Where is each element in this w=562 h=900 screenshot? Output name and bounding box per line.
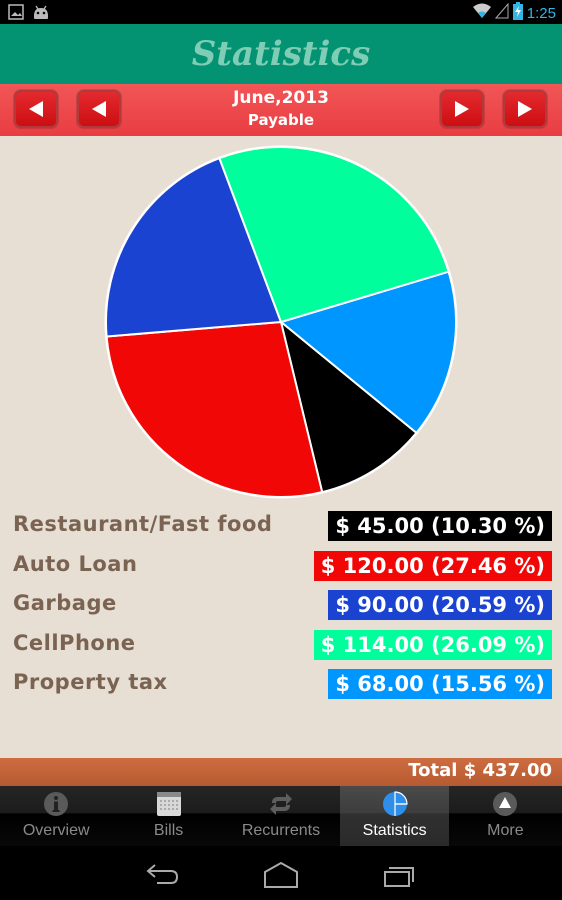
legend-label: Property tax bbox=[13, 670, 168, 694]
battery-charging-icon bbox=[512, 2, 523, 24]
period-nav-bar: June,2013 Payable bbox=[0, 84, 562, 136]
pie-chart bbox=[104, 145, 458, 499]
image-icon bbox=[8, 4, 24, 24]
arrow-right-icon bbox=[518, 101, 532, 117]
arrow-right-icon bbox=[455, 101, 469, 117]
pie-chart-icon bbox=[382, 791, 408, 816]
legend-value: $ 120.00 (27.46 %) bbox=[313, 550, 552, 581]
tab-more[interactable]: More bbox=[449, 786, 561, 846]
type-label: Payable bbox=[247, 111, 315, 129]
legend-label: Garbage bbox=[13, 591, 117, 615]
next-year-button[interactable] bbox=[503, 90, 547, 128]
legend-row: CellPhone $ 114.00 (26.09 %) bbox=[0, 627, 562, 667]
total-bar: Total $ 437.00 bbox=[0, 758, 562, 786]
repeat-icon bbox=[269, 793, 292, 815]
tab-label: More bbox=[487, 822, 524, 839]
signal-icon bbox=[494, 2, 509, 23]
prev-month-button[interactable] bbox=[77, 90, 121, 128]
legend-value: $ 68.00 (15.56 %) bbox=[328, 669, 552, 699]
tab-label: Bills bbox=[153, 822, 184, 839]
prev-year-button[interactable] bbox=[14, 90, 58, 128]
month-label: June,2013 bbox=[233, 88, 329, 108]
next-month-button[interactable] bbox=[440, 90, 484, 128]
statistics-content: Restaurant/Fast food $ 45.00 (10.30 %) A… bbox=[0, 136, 562, 758]
title-bar: Statistics bbox=[0, 24, 562, 84]
more-icon bbox=[493, 792, 518, 816]
legend-row: Property tax $ 68.00 (15.56 %) bbox=[0, 666, 562, 706]
app-screen: 1:25 Statistics June,2013 Payable Restau… bbox=[0, 0, 562, 900]
tab-label: Statistics bbox=[362, 822, 427, 839]
legend-row: Garbage $ 90.00 (20.59 %) bbox=[0, 587, 562, 627]
legend-value: $ 45.00 (10.30 %) bbox=[328, 511, 552, 541]
period-label: June,2013 Payable bbox=[150, 87, 412, 131]
arrow-left-icon bbox=[92, 101, 106, 117]
home-icon[interactable] bbox=[261, 860, 301, 890]
total-amount: Total $ 437.00 bbox=[408, 760, 552, 781]
legend-label: Auto Loan bbox=[13, 551, 138, 576]
legend-row: Restaurant/Fast food $ 45.00 (10.30 %) bbox=[0, 508, 562, 548]
tab-label: Overview bbox=[22, 822, 90, 839]
legend-value: $ 90.00 (20.59 %) bbox=[328, 590, 552, 620]
android-icon bbox=[32, 4, 50, 24]
arrow-left-icon bbox=[29, 101, 43, 117]
system-nav-bar bbox=[0, 846, 562, 900]
legend-label: CellPhone bbox=[13, 630, 136, 655]
calendar-icon bbox=[156, 792, 181, 816]
tab-label: Recurrents bbox=[241, 822, 321, 839]
page-title: Statistics bbox=[191, 34, 371, 74]
info-icon bbox=[44, 792, 69, 816]
status-bar: 1:25 bbox=[0, 0, 562, 24]
wifi-icon bbox=[472, 3, 491, 23]
legend-value: $ 114.00 (26.09 %) bbox=[313, 629, 552, 660]
tab-bills[interactable]: Bills bbox=[112, 786, 224, 846]
bottom-tab-bar: Overview Bills Recurrents Statistics Mor… bbox=[0, 786, 562, 846]
legend-label: Restaurant/Fast food bbox=[13, 512, 273, 536]
clock: 1:25 bbox=[526, 4, 556, 22]
recent-apps-icon[interactable] bbox=[379, 860, 419, 890]
legend: Restaurant/Fast food $ 45.00 (10.30 %) A… bbox=[0, 508, 562, 706]
tab-recurrents[interactable]: Recurrents bbox=[225, 786, 337, 846]
tab-overview[interactable]: Overview bbox=[0, 786, 112, 846]
tab-statistics[interactable]: Statistics bbox=[340, 786, 450, 846]
legend-row: Auto Loan $ 120.00 (27.46 %) bbox=[0, 548, 562, 588]
back-icon[interactable] bbox=[141, 860, 181, 890]
